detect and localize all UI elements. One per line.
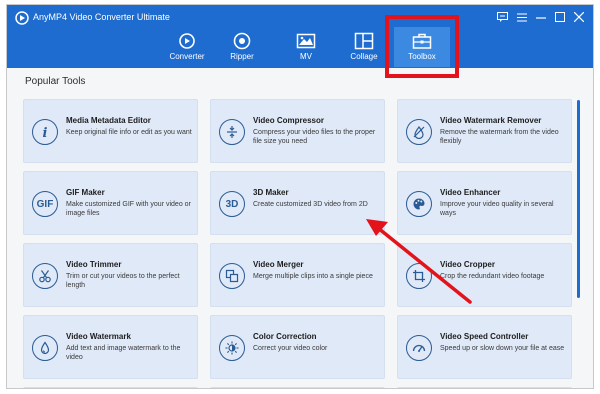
svg-text:i: i — [43, 126, 48, 139]
merge-icon — [219, 263, 245, 289]
tab-converter-label: Converter — [169, 52, 205, 61]
app-header: AnyMP4 Video Converter Ultimate Converte… — [7, 5, 593, 68]
tool-card-video-speed-controller[interactable]: Video Speed Controller Speed up or slow … — [397, 315, 572, 379]
tool-desc: Add text and image watermark to the vide… — [66, 345, 181, 361]
tab-mv-label: MV — [300, 52, 312, 61]
tab-ripper-label: Ripper — [230, 52, 254, 61]
tool-desc: Remove the watermark from the video flex… — [440, 129, 559, 145]
tab-collage-label: Collage — [350, 52, 378, 61]
tool-card-video-merger[interactable]: Video Merger Merge multiple clips into a… — [210, 243, 385, 307]
toolbox-panel: Popular Tools i Media Metadata Editor Ke… — [7, 68, 593, 388]
converter-icon — [179, 33, 195, 49]
tool-card-video-trimmer[interactable]: Video Trimmer Trim or cut your videos to… — [23, 243, 198, 307]
watermark-remove-icon — [406, 119, 432, 145]
scissors-icon — [32, 263, 58, 289]
tool-card-video-watermark-remover[interactable]: Video Watermark Remover Remove the water… — [397, 99, 572, 163]
tool-card-video-compressor[interactable]: Video Compressor Compress your video fil… — [210, 99, 385, 163]
gif-icon: GIF — [32, 191, 58, 217]
tool-desc: Compress your video files to the proper … — [253, 129, 376, 145]
tool-title: Video Compressor — [253, 116, 324, 125]
tool-desc: Create customized 3D video from 2D — [253, 201, 368, 208]
tool-card-partial[interactable] — [397, 387, 572, 388]
tool-title: Color Correction — [253, 332, 317, 341]
tool-card-gif-maker[interactable]: GIF GIF Maker Make customized GIF with y… — [23, 171, 198, 235]
droplet-icon — [32, 335, 58, 361]
tool-title: Video Merger — [253, 260, 304, 269]
tool-title: Video Trimmer — [66, 260, 122, 269]
3d-icon: 3D — [219, 191, 245, 217]
tool-title: Video Watermark Remover — [440, 116, 542, 125]
tool-title: Video Cropper — [440, 260, 495, 269]
tool-desc: Correct your video color — [253, 345, 328, 352]
section-title: Popular Tools — [25, 76, 86, 87]
tool-desc: Keep original file info or edit as you w… — [66, 129, 192, 136]
tool-title: Video Enhancer — [440, 188, 501, 197]
tool-card-video-watermark[interactable]: Video Watermark Add text and image water… — [23, 315, 198, 379]
ripper-icon — [233, 32, 251, 50]
palette-icon — [406, 191, 432, 217]
tool-card-3d-maker[interactable]: 3D 3D Maker Create customized 3D video f… — [210, 171, 385, 235]
tab-collage[interactable]: Collage — [336, 27, 392, 67]
tool-title: Media Metadata Editor — [66, 116, 151, 125]
main-nav: Converter Ripper MV Collage Toolbox — [7, 5, 593, 68]
tool-card-video-cropper[interactable]: Video Cropper Crop the redundant video f… — [397, 243, 572, 307]
scrollbar[interactable] — [577, 100, 580, 298]
tool-desc: Make customized GIF with your video or i… — [66, 201, 191, 217]
crop-icon — [406, 263, 432, 289]
tool-card-partial[interactable] — [210, 387, 385, 388]
collage-icon — [354, 32, 374, 50]
toolbox-icon — [412, 33, 432, 49]
tool-desc: Speed up or slow down your file at ease — [440, 345, 565, 352]
speedometer-icon — [406, 335, 432, 361]
info-icon: i — [32, 119, 58, 145]
tab-mv[interactable]: MV — [278, 27, 334, 67]
tab-toolbox-label: Toolbox — [408, 52, 436, 61]
tool-title: GIF Maker — [66, 188, 105, 197]
tool-card-video-enhancer[interactable]: Video Enhancer Improve your video qualit… — [397, 171, 572, 235]
sun-icon — [219, 335, 245, 361]
tool-title: 3D Maker — [253, 188, 289, 197]
tool-desc: Trim or cut your videos to the perfect l… — [66, 273, 180, 289]
tool-card-media-metadata-editor[interactable]: i Media Metadata Editor Keep original fi… — [23, 99, 198, 163]
tool-card-color-correction[interactable]: Color Correction Correct your video colo… — [210, 315, 385, 379]
tool-desc: Merge multiple clips into a single piece — [253, 273, 373, 280]
tab-toolbox[interactable]: Toolbox — [394, 27, 450, 67]
app-window: AnyMP4 Video Converter Ultimate Converte… — [6, 4, 594, 389]
tool-desc: Crop the redundant video footage — [440, 273, 545, 280]
tool-card-partial[interactable] — [23, 387, 198, 388]
tool-title: Video Speed Controller — [440, 332, 529, 341]
tab-converter[interactable]: Converter — [159, 27, 215, 67]
tab-ripper[interactable]: Ripper — [214, 27, 270, 67]
mv-icon — [296, 33, 316, 49]
tool-desc: Improve your video quality in several wa… — [440, 201, 554, 217]
compress-icon — [219, 119, 245, 145]
tool-title: Video Watermark — [66, 332, 131, 341]
